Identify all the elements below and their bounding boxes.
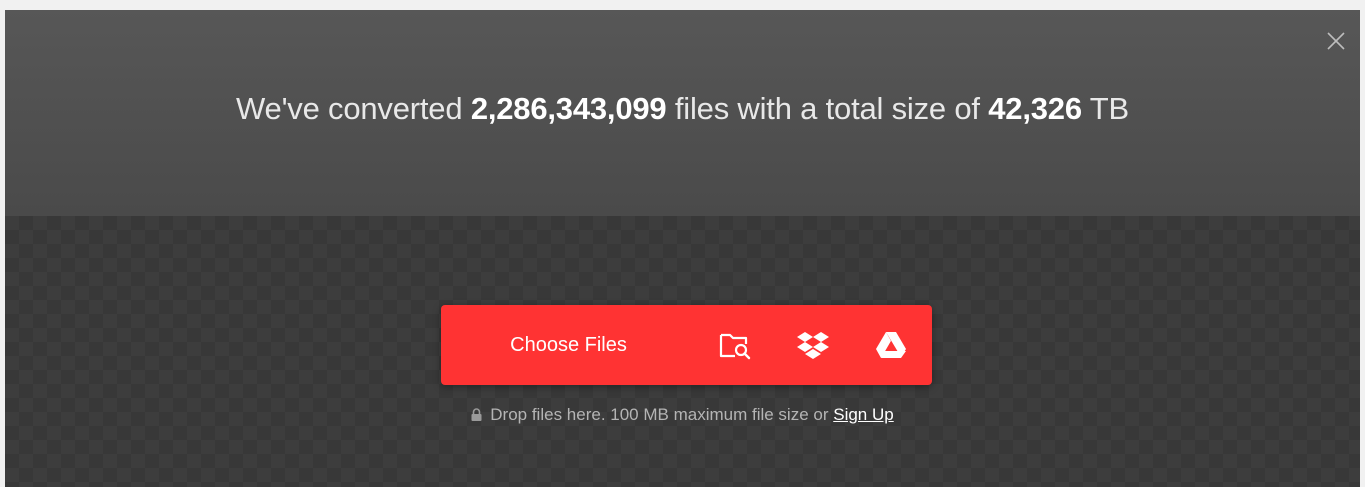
drop-hint-text: Drop files here. 100 MB maximum file siz… [490, 405, 829, 424]
stats-prefix: We've converted [236, 91, 463, 126]
size-unit: TB [1089, 91, 1129, 126]
choose-files-label: Choose Files [510, 333, 627, 356]
sign-up-link[interactable]: Sign Up [833, 405, 893, 424]
upload-bar: Choose Files [441, 305, 932, 385]
files-count: 2,286,343,099 [470, 91, 667, 126]
drop-hint: Drop files here. 100 MB maximum file siz… [5, 405, 1360, 425]
conversion-stats: We've converted 2,286,343,099 files with… [5, 91, 1360, 127]
drop-zone[interactable]: Choose Files Drop files here. 100 MB max… [5, 216, 1360, 487]
from-device-button[interactable] [696, 305, 774, 385]
stats-middle: files with a total size of [674, 91, 980, 126]
from-dropbox-button[interactable] [774, 305, 852, 385]
close-button[interactable] [1326, 31, 1346, 51]
google-drive-icon [876, 332, 906, 358]
from-google-drive-button[interactable] [852, 305, 930, 385]
close-icon [1327, 32, 1345, 50]
dropbox-icon [797, 332, 829, 359]
total-size: 42,326 [988, 91, 1082, 126]
choose-files-button[interactable]: Choose Files [441, 305, 696, 385]
folder-search-icon [719, 333, 751, 360]
lock-icon [471, 408, 482, 421]
converter-overlay: We've converted 2,286,343,099 files with… [5, 10, 1360, 487]
stats-header: We've converted 2,286,343,099 files with… [5, 10, 1360, 216]
